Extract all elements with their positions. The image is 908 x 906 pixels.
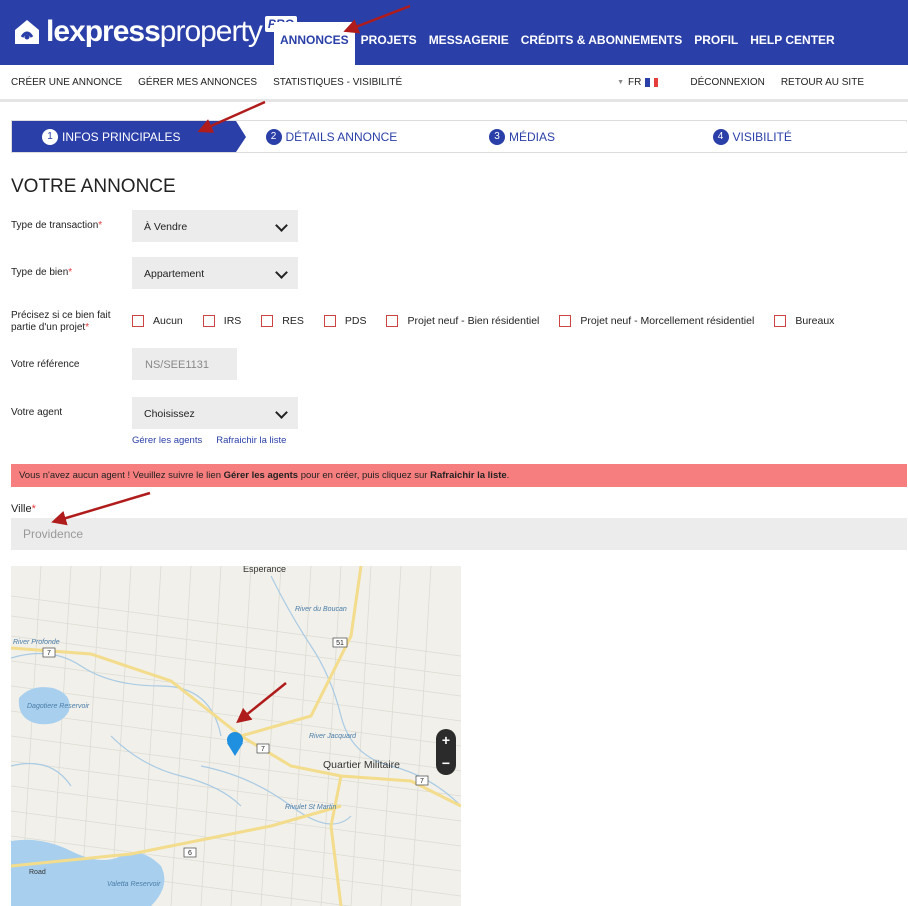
project-option-new-residential[interactable]: Projet neuf - Bien résidentiel — [386, 315, 539, 327]
subnav-statistics[interactable]: STATISTIQUES - VISIBILITÉ — [273, 77, 402, 88]
nav-annonces[interactable]: ANNONCES — [274, 22, 355, 65]
chevron-down-icon — [275, 406, 288, 419]
map-label-dagotiere-reservoir: Dagotiere Reservoir — [27, 703, 90, 710]
map-label-esperance: Esperance — [243, 566, 286, 574]
svg-text:51: 51 — [336, 640, 344, 647]
transaction-type-label: Type de transaction* — [11, 220, 103, 231]
map-label-rivulet-st-martin: Rivulet St Martin — [285, 804, 336, 811]
nav-messagerie[interactable]: MESSAGERIE — [423, 22, 515, 65]
brand-name-light: property — [159, 15, 263, 48]
agent-value: Choisissez — [144, 408, 195, 420]
step-number: 4 — [712, 128, 729, 145]
checkbox[interactable] — [323, 315, 336, 327]
sub-navigation: CRÉER UNE ANNONCE GÉRER MES ANNONCES STA… — [0, 65, 908, 102]
step-label: INFOS PRINCIPALES — [62, 129, 181, 144]
checkbox[interactable] — [261, 315, 274, 327]
step-label: MÉDIAS — [509, 129, 556, 144]
step-listing-details[interactable]: 2 DÉTAILS ANNONCE — [235, 121, 469, 152]
map-label-valetta-reservoir: Valetta Reservoir — [107, 881, 161, 888]
subnav-logout[interactable]: DÉCONNEXION — [690, 77, 764, 88]
project-option-offices[interactable]: Bureaux — [774, 315, 834, 327]
map-canvas: River du Boucan River Profonde Dagotiere… — [11, 566, 461, 906]
property-type-label: Type de bien* — [11, 267, 73, 278]
subnav-back-to-site[interactable]: RETOUR AU SITE — [781, 77, 864, 88]
road-shield-51: 51 — [332, 637, 348, 648]
map-label-quartier-militaire: Quartier Militaire — [323, 759, 400, 771]
refresh-list-link[interactable]: Rafraichir la liste — [216, 435, 286, 446]
language-selector[interactable]: ▼ FR — [617, 77, 659, 88]
road-shield-6: 6 — [183, 847, 197, 858]
reference-field: NS/SEE1131 — [132, 348, 237, 380]
wizard-steps: 1 INFOS PRINCIPALES 2 DÉTAILS ANNONCE 3 … — [11, 120, 908, 153]
road-shield-7: 7 — [256, 743, 270, 754]
nav-credits[interactable]: CRÉDITS & ABONNEMENTS — [515, 22, 689, 65]
road-shield-7: 7 — [42, 647, 56, 658]
svg-text:6: 6 — [188, 850, 192, 857]
manage-agents-link[interactable]: Gérer les agents — [132, 435, 202, 446]
subnav-create-listing[interactable]: CRÉER UNE ANNONCE — [11, 77, 122, 88]
city-input[interactable]: Providence — [11, 518, 907, 550]
step-number: 1 — [42, 128, 58, 145]
map-label-river-du-boucan: River du Boucan — [295, 606, 347, 613]
brand-logo[interactable]: lexpressproperty PRO — [12, 14, 297, 50]
checkbox[interactable] — [386, 315, 399, 327]
city-label: Ville* — [11, 503, 36, 515]
step-media[interactable]: 3 MÉDIAS — [459, 121, 692, 152]
house-logo-icon — [15, 20, 39, 44]
no-agent-alert: Vous n'avez aucun agent ! Veuillez suivr… — [11, 464, 907, 487]
checkbox[interactable] — [132, 315, 144, 327]
nav-help-center[interactable]: HELP CENTER — [744, 22, 840, 65]
checkbox[interactable] — [202, 315, 215, 327]
svg-text:7: 7 — [420, 778, 424, 785]
project-option-pds[interactable]: PDS — [323, 315, 366, 327]
map-label-river-jacquard: River Jacquard — [309, 733, 357, 740]
project-option-new-subdivision[interactable]: Projet neuf - Morcellement résidentiel — [559, 315, 754, 327]
property-type-value: Appartement — [144, 268, 205, 280]
step-main-info[interactable]: 1 INFOS PRINCIPALES — [12, 121, 245, 152]
nav-projets[interactable]: PROJETS — [355, 22, 423, 65]
property-type-select[interactable]: Appartement — [132, 257, 298, 289]
agent-label: Votre agent — [11, 407, 63, 418]
brand-name-bold: lexpress — [46, 15, 161, 48]
chevron-down-icon — [275, 219, 288, 232]
project-option-irs[interactable]: IRS — [202, 315, 241, 327]
transaction-type-select[interactable]: À Vendre — [132, 210, 298, 242]
zoom-out-button[interactable]: − — [436, 752, 456, 775]
zoom-in-button[interactable]: + — [436, 729, 456, 752]
map-zoom-control: + − — [436, 729, 456, 775]
main-nav: ANNONCES PROJETS MESSAGERIE CRÉDITS & AB… — [274, 22, 841, 65]
chevron-down-icon — [275, 266, 288, 279]
language-code: FR — [628, 77, 642, 88]
subnav-manage-listings[interactable]: GÉRER MES ANNONCES — [138, 77, 257, 88]
step-number: 3 — [489, 128, 505, 145]
svg-text:7: 7 — [47, 650, 51, 657]
svg-text:7: 7 — [261, 746, 265, 753]
step-number: 2 — [265, 128, 282, 145]
checkbox[interactable] — [559, 315, 572, 327]
checkbox[interactable] — [774, 315, 787, 327]
agent-select[interactable]: Choisissez — [132, 397, 298, 429]
nav-profil[interactable]: PROFIL — [688, 22, 744, 65]
french-flag-icon — [645, 78, 659, 87]
step-label: VISIBILITÉ — [732, 129, 792, 144]
road-shield-7: 7 — [415, 775, 429, 786]
caret-down-icon: ▼ — [617, 79, 625, 86]
location-map[interactable]: River du Boucan River Profonde Dagotiere… — [11, 566, 461, 906]
map-label-river-profonde: River Profonde — [13, 639, 60, 646]
transaction-type-value: À Vendre — [144, 221, 188, 233]
page-title: VOTRE ANNONCE — [11, 176, 176, 197]
project-checkbox-group: Aucun IRS RES PDS Projet neuf - Bien rés… — [132, 315, 854, 327]
map-label-road: Road — [29, 869, 46, 876]
agent-links: Gérer les agents Rafraichir la liste — [132, 435, 286, 446]
step-label: DÉTAILS ANNONCE — [285, 129, 398, 144]
step-visibility[interactable]: 4 VISIBILITÉ — [682, 121, 908, 152]
annotation-arrow — [51, 491, 151, 526]
project-option-res[interactable]: RES — [261, 315, 304, 327]
top-navigation-bar: lexpressproperty PRO ANNONCES PROJETS ME… — [0, 0, 908, 65]
reference-label: Votre référence — [11, 359, 80, 370]
project-label: Précisez si ce bien fait partie d'un pro… — [11, 310, 111, 333]
project-option-aucun[interactable]: Aucun — [132, 315, 183, 327]
